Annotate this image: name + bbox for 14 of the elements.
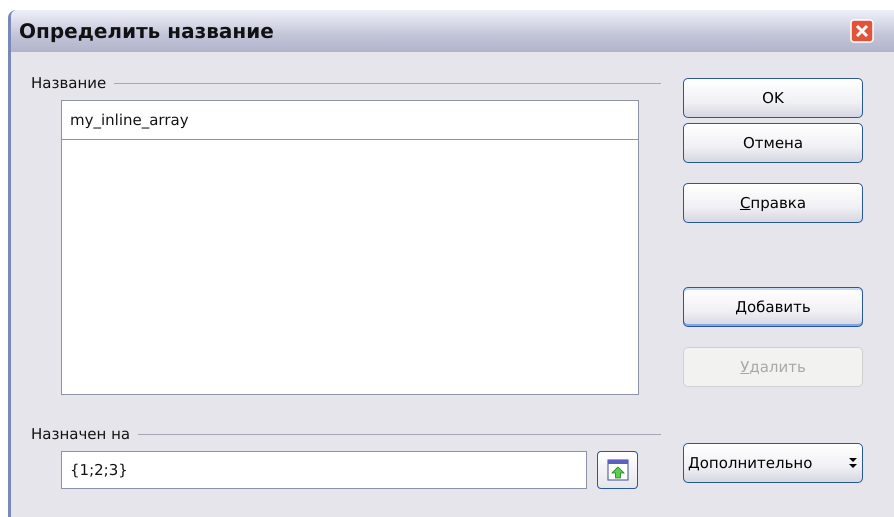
- group-label: Название: [31, 74, 106, 92]
- dialog-button[interactable]: Отмена: [683, 123, 863, 163]
- close-icon[interactable]: [850, 19, 874, 43]
- name-field[interactable]: my_inline_array: [61, 100, 639, 140]
- dialog-button[interactable]: Добавить: [683, 287, 863, 327]
- dialog-button[interactable]: OK: [683, 78, 863, 118]
- window-title: Определить название: [19, 19, 274, 43]
- shrink-button[interactable]: [597, 451, 638, 489]
- double-chevron-icon: [848, 456, 858, 470]
- group-label: Назначен на: [31, 425, 130, 443]
- range-field[interactable]: {1;2;3}: [61, 451, 587, 489]
- dialog-button[interactable]: Справка: [683, 183, 863, 223]
- more-button[interactable]: Дополнительно: [683, 443, 863, 483]
- arrow-up-icon: [606, 458, 630, 482]
